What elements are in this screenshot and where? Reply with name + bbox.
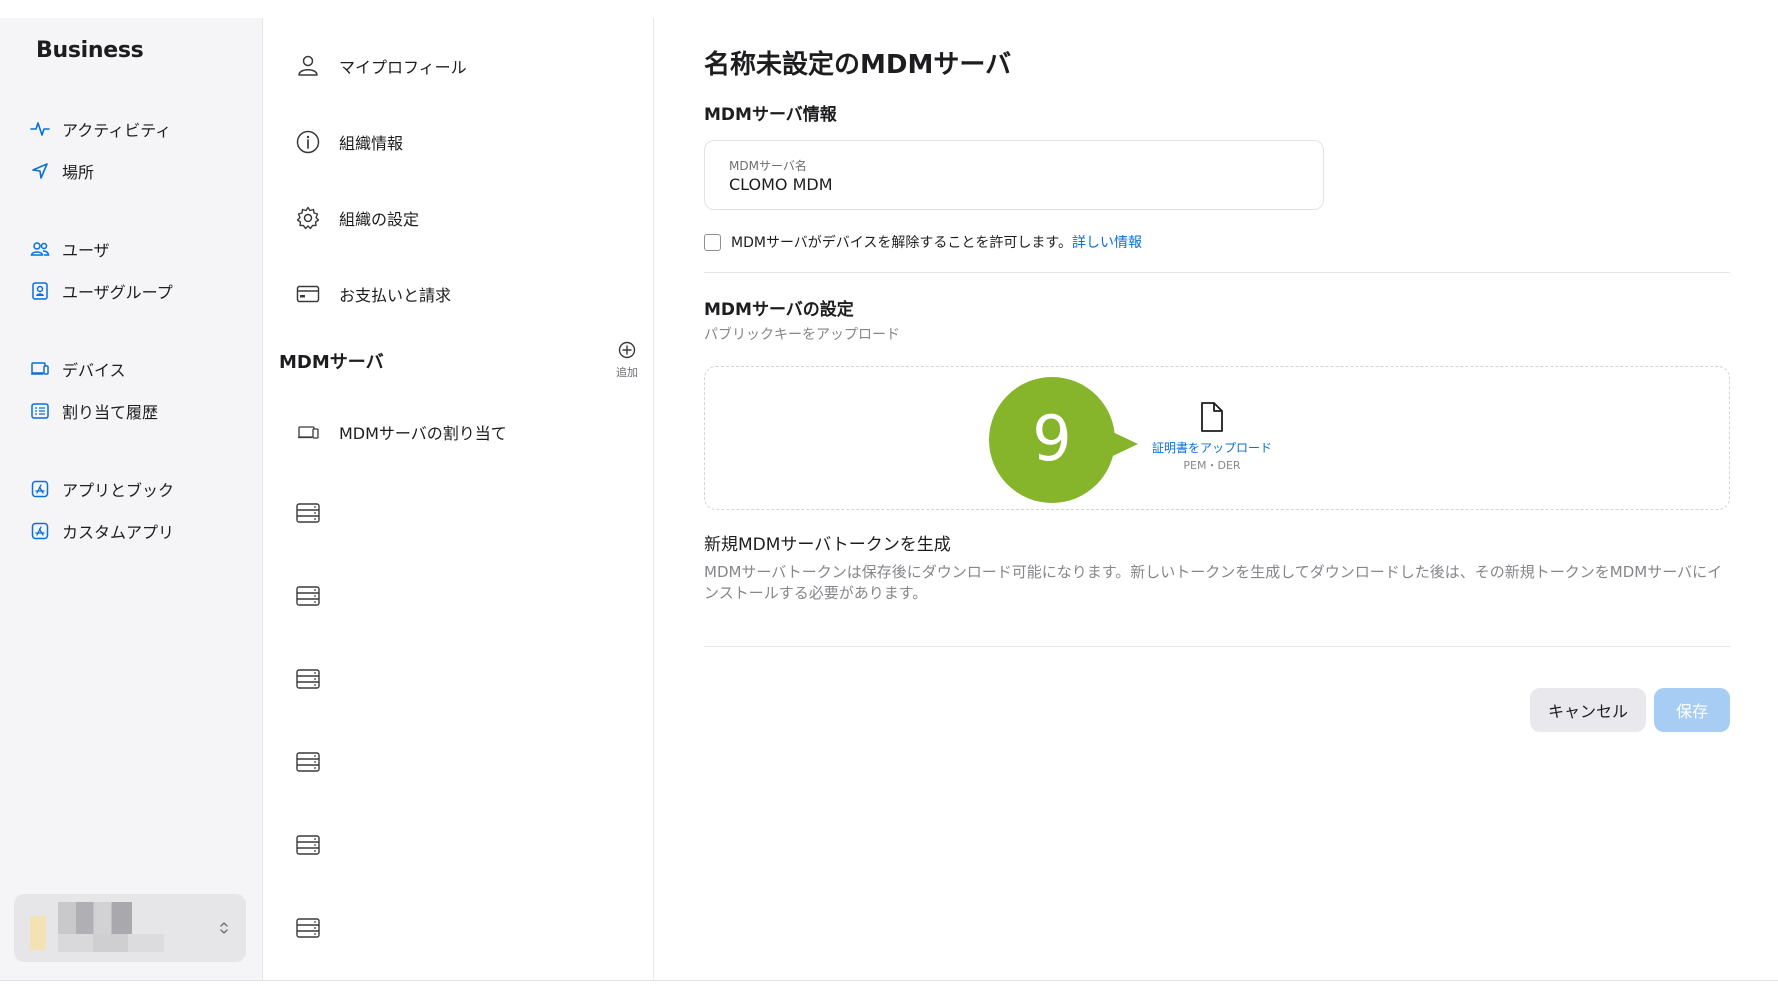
settings-nav: マイプロフィール 組織情報 組織の設定 お支払いと請求 MDMサーバ 追加 MD… bbox=[263, 18, 654, 980]
nav-label: マイプロフィール bbox=[339, 58, 467, 77]
sidebar-item-users[interactable]: ユーザ bbox=[30, 234, 110, 264]
token-description: MDMサーバトークンは保存後にダウンロード可能になります。新しいトークンを生成し… bbox=[704, 563, 1723, 602]
upload-subtitle: パブリックキーをアップロード bbox=[704, 327, 900, 343]
app-window: Business アクティビティ 場所 ユーザ ユーザグループ デバイス 割り当… bbox=[0, 18, 1778, 981]
sidebar-item-assignment-history[interactable]: 割り当て履歴 bbox=[30, 396, 158, 426]
step-number: 9 bbox=[1032, 402, 1071, 475]
cancel-button[interactable]: キャンセル bbox=[1530, 688, 1646, 732]
chevron-up-down-icon bbox=[220, 922, 228, 934]
nav-label: MDMサーバの割り当て bbox=[339, 424, 507, 443]
app-store-icon bbox=[31, 480, 49, 498]
field-label: MDMサーバ名 bbox=[729, 159, 807, 173]
sidebar-item-user-groups[interactable]: ユーザグループ bbox=[30, 276, 173, 306]
page-title: 名称未設定のMDMサーバ bbox=[704, 50, 1012, 80]
release-devices-row: MDMサーバがデバイスを解除することを許可します。詳しい情報 bbox=[704, 232, 1142, 252]
sidebar-item-label: アクティビティ bbox=[62, 121, 172, 140]
step-badge-shape: 9 bbox=[989, 377, 1138, 503]
server-icon[interactable] bbox=[295, 751, 321, 773]
mdm-settings-heading: MDMサーバの設定 bbox=[704, 300, 854, 320]
mdm-server-name-input[interactable] bbox=[729, 175, 1289, 194]
user-group-icon bbox=[32, 282, 48, 300]
nav-payments-billing[interactable]: お支払いと請求 bbox=[295, 276, 451, 312]
sidebar-item-label: アプリとブック bbox=[62, 481, 175, 500]
save-button[interactable]: 保存 bbox=[1654, 688, 1730, 732]
sidebar-item-custom-apps[interactable]: カスタムアプリ bbox=[30, 516, 174, 546]
release-devices-label: MDMサーバがデバイスを解除することを許可します。 bbox=[731, 235, 1072, 251]
step-callout: 9 bbox=[988, 376, 1138, 504]
info-icon bbox=[296, 130, 320, 154]
activity-icon bbox=[30, 122, 50, 136]
sidebar-item-apps-books[interactable]: アプリとブック bbox=[30, 474, 174, 504]
sidebar-item-activity[interactable]: アクティビティ bbox=[30, 114, 171, 144]
account-avatar bbox=[30, 916, 46, 950]
learn-more-link[interactable]: 詳しい情報 bbox=[1072, 235, 1142, 251]
release-devices-checkbox[interactable] bbox=[704, 233, 721, 251]
sidebar-item-label: デバイス bbox=[62, 361, 126, 380]
server-icon[interactable] bbox=[295, 502, 321, 524]
certificate-dropzone[interactable]: 証明書をアップロード PEM・DER bbox=[704, 366, 1730, 510]
users-icon bbox=[30, 242, 50, 256]
sidebar-item-label: カスタムアプリ bbox=[62, 523, 175, 542]
sidebar-item-label: 割り当て履歴 bbox=[62, 403, 159, 422]
sidebar-item-label: 場所 bbox=[62, 163, 95, 182]
account-switcher[interactable] bbox=[14, 894, 246, 962]
token-heading: 新規MDMサーバトークンを生成 bbox=[704, 535, 951, 555]
server-icon[interactable] bbox=[295, 585, 321, 607]
nav-label: 組織の設定 bbox=[339, 210, 420, 229]
credit-card-icon bbox=[296, 285, 320, 303]
server-icon[interactable] bbox=[295, 834, 321, 856]
server-icon[interactable] bbox=[295, 917, 321, 939]
add-mdm-server-button[interactable]: 追加 bbox=[609, 340, 645, 380]
gear-icon bbox=[296, 206, 320, 230]
list-icon bbox=[31, 403, 49, 419]
sidebar: Business アクティビティ 場所 ユーザ ユーザグループ デバイス 割り当… bbox=[0, 18, 263, 980]
nav-organization-settings[interactable]: 組織の設定 bbox=[295, 200, 419, 236]
add-label: 追加 bbox=[616, 366, 638, 379]
account-detail-redacted bbox=[58, 934, 164, 952]
server-icon[interactable] bbox=[295, 668, 321, 690]
mdm-info-heading: MDMサーバ情報 bbox=[704, 105, 837, 125]
nav-my-profile[interactable]: マイプロフィール bbox=[295, 48, 467, 84]
divider bbox=[704, 272, 1730, 273]
person-icon bbox=[298, 55, 318, 76]
detail-pane: 名称未設定のMDMサーバ MDMサーバ情報 MDMサーバ名 MDMサーバがデバイ… bbox=[654, 18, 1778, 980]
brand-logo: Business bbox=[34, 38, 144, 63]
document-icon bbox=[1201, 402, 1223, 432]
location-arrow-icon bbox=[32, 163, 48, 179]
nav-organization-info[interactable]: 組織情報 bbox=[295, 124, 403, 160]
sidebar-item-label: ユーザ bbox=[62, 241, 110, 260]
mdm-section-title: MDMサーバ bbox=[279, 352, 384, 373]
mdm-server-name-field[interactable]: MDMサーバ名 bbox=[704, 140, 1324, 210]
nav-mdm-assignment[interactable]: MDMサーバの割り当て bbox=[295, 414, 507, 450]
device-icon bbox=[298, 426, 319, 439]
nav-label: お支払いと請求 bbox=[339, 286, 452, 305]
sidebar-item-devices[interactable]: デバイス bbox=[30, 354, 126, 384]
plus-circle-icon bbox=[618, 341, 636, 359]
device-icon bbox=[31, 362, 49, 375]
custom-app-icon bbox=[31, 522, 49, 540]
sidebar-item-locations[interactable]: 場所 bbox=[30, 156, 94, 186]
divider bbox=[704, 646, 1730, 647]
nav-label: 組織情報 bbox=[339, 134, 404, 153]
sidebar-item-label: ユーザグループ bbox=[62, 283, 173, 302]
brand-name: Business bbox=[36, 38, 144, 63]
